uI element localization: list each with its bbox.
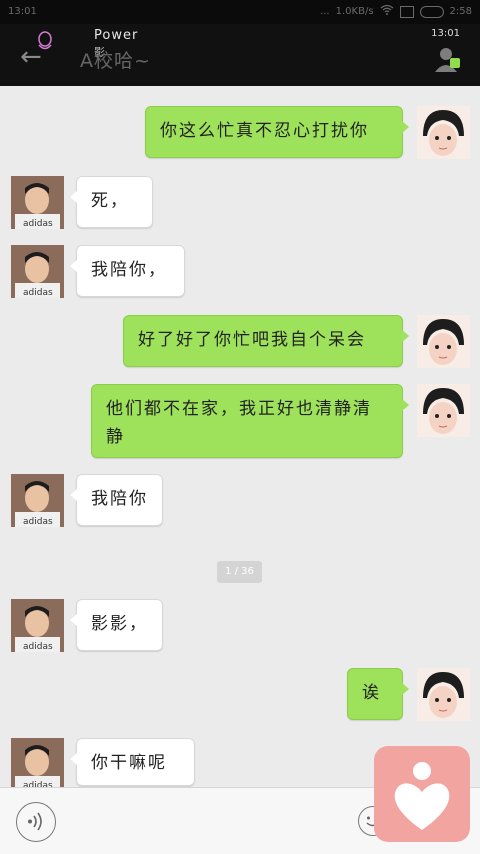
friend-avatar[interactable]: adidas <box>11 738 64 791</box>
qq-penguin-icon <box>34 30 56 52</box>
message-text: 诶 <box>362 683 381 703</box>
message-text: 我陪你， <box>91 260 167 280</box>
svg-text:adidas: adidas <box>23 219 53 229</box>
message-text: 影影， <box>91 614 148 634</box>
message-bubble-incoming[interactable]: 你干嘛呢 <box>70 738 195 786</box>
message-bubble-incoming[interactable]: 影影， <box>70 599 163 651</box>
svg-text:adidas: adidas <box>23 288 53 298</box>
message-text: 他们都不在家，我正好也清静清静 <box>106 399 372 447</box>
message-bubble-incoming[interactable]: 我陪你， <box>70 245 185 297</box>
message-bubble-incoming[interactable]: 死， <box>70 176 153 228</box>
header-time: 13:01 <box>431 28 460 39</box>
friend-avatar[interactable]: adidas <box>11 599 64 652</box>
message-text: 好了好了你忙吧我自个呆会 <box>138 330 366 350</box>
chat-header: ← Power 影 A校哈~ 13:01 <box>0 24 480 86</box>
my-avatar[interactable] <box>417 315 470 368</box>
status-time: 13:01 <box>8 6 37 17</box>
signal-icon: ... <box>320 6 330 17</box>
message-text: 你干嘛呢 <box>91 753 167 773</box>
battery-text: 2:58 <box>449 6 472 17</box>
sim-icon <box>399 5 414 18</box>
friend-avatar[interactable]: adidas <box>11 176 64 229</box>
message-text: 死， <box>91 191 129 211</box>
message-bubble-outgoing[interactable]: 他们都不在家，我正好也清静清静 <box>91 384 409 458</box>
chat-list[interactable]: 你这么忙真不忍心打扰你 adidas 死， adidas 我陪你， 好了好了你忙… <box>0 86 480 791</box>
network-speed: 1.0KB/s <box>335 6 374 17</box>
message-bubble-outgoing[interactable]: 好了好了你忙吧我自个呆会 <box>123 315 409 367</box>
my-avatar[interactable] <box>417 668 470 721</box>
wifi-icon <box>380 4 394 18</box>
svg-text:adidas: adidas <box>23 642 53 652</box>
status-icons: ... 1.0KB/s 2:58 <box>320 4 472 18</box>
chat-title: Power <box>94 28 139 43</box>
my-avatar[interactable] <box>417 106 470 159</box>
status-bar: 13:01 ... 1.0KB/s 2:58 <box>0 0 480 24</box>
toggle-icon <box>419 5 444 18</box>
page-indicator: 1 / 36 <box>217 561 262 583</box>
friend-avatar[interactable]: adidas <box>11 245 64 298</box>
watermark-text: A校哈~ <box>80 50 151 72</box>
friend-avatar[interactable]: adidas <box>11 474 64 527</box>
svg-text:adidas: adidas <box>23 517 53 527</box>
voice-icon[interactable] <box>16 802 56 842</box>
profile-icon[interactable] <box>432 44 462 74</box>
message-bubble-incoming[interactable]: 我陪你 <box>70 474 163 526</box>
message-text: 你这么忙真不忍心打扰你 <box>160 121 369 141</box>
my-avatar[interactable] <box>417 384 470 437</box>
message-text: 我陪你 <box>91 489 148 509</box>
message-bubble-outgoing[interactable]: 诶 <box>347 668 409 720</box>
message-bubble-outgoing[interactable]: 你这么忙真不忍心打扰你 <box>145 106 409 158</box>
heart-icon[interactable] <box>374 746 470 842</box>
